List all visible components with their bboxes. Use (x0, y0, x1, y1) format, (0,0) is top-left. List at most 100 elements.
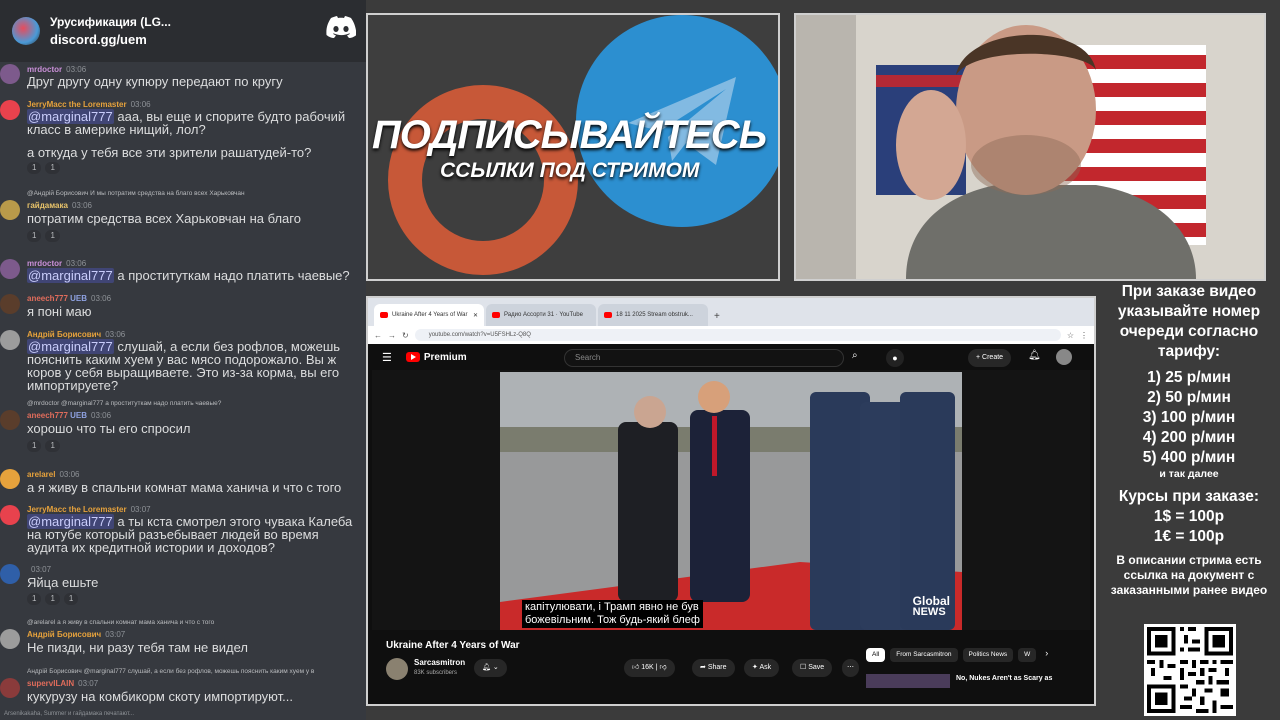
new-tab-button[interactable]: + (710, 311, 724, 326)
avatar[interactable] (0, 100, 20, 120)
video-player[interactable]: Global NEWS капітулювати, і Трамп явно не… (372, 370, 1090, 630)
reaction-chip[interactable]: 1 (27, 593, 42, 605)
global-news-watermark: Global NEWS (912, 594, 950, 618)
avatar[interactable] (0, 259, 20, 279)
server-invite-link[interactable]: discord.gg/uem (50, 32, 171, 47)
channel-name[interactable]: Sarcasmitron (414, 658, 465, 667)
reaction-chip[interactable]: 1 (63, 593, 79, 605)
reaction-chip[interactable]: 1 (45, 440, 60, 452)
reload-icon[interactable]: ↻ (402, 331, 409, 340)
search-icon[interactable]: ⌕ (852, 350, 858, 361)
youtube-play-icon (405, 352, 420, 362)
related-video-title[interactable]: No, Nukes Aren't as Scary as (956, 675, 1052, 682)
avatar[interactable] (0, 330, 20, 350)
avatar[interactable] (0, 629, 20, 649)
reaction-row: 1 1 (27, 162, 60, 174)
avatar[interactable] (0, 410, 20, 430)
ask-button[interactable]: ✦ Ask (744, 659, 780, 677)
reaction-chip[interactable]: 1 (45, 230, 60, 242)
user-mention[interactable]: @marginal777 (27, 268, 114, 283)
order-info-panel: При заказе видео указывайте номер очеред… (1100, 282, 1278, 720)
microphone-icon[interactable]: ● (886, 349, 904, 367)
typing-indicator: Arsenikakaha, Summer и гайдамака печатаю… (4, 711, 135, 717)
avatar[interactable] (0, 678, 20, 698)
youtube-header: ☰ Premium Search ⌕ ● + Create 🔔︎ (368, 344, 1094, 370)
video-scene (500, 372, 962, 630)
reply-preview[interactable]: @arelarel а я живу в спальни комнат мама… (27, 619, 214, 626)
message-text: потратим средства всех Харьковчан на бла… (27, 211, 301, 226)
tab-ukraine[interactable]: Ukraine After 4 Years of War ✕ (374, 304, 484, 326)
username[interactable]: aneech777 UEB 03:06 (27, 294, 111, 303)
tariff-item: 2) 50 р/мин (1147, 389, 1231, 406)
avatar[interactable] (0, 564, 20, 584)
server-name: Урусификация (LG... (50, 15, 171, 29)
save-button[interactable]: ☐ Save (792, 659, 833, 677)
tab-stream[interactable]: 18 11 2025 Stream obstruk... (598, 304, 708, 326)
username[interactable]: JerryMacc the Loremaster 03:06 (27, 100, 151, 109)
reply-preview[interactable]: @Андрій Борисович И мы потратим средства… (27, 190, 245, 197)
rate-usd: 1$ = 100р (1153, 508, 1225, 525)
create-button[interactable]: + Create (968, 349, 1012, 367)
chevron-right-icon[interactable]: › (1045, 648, 1048, 662)
more-actions-button[interactable]: ⋯ (842, 659, 859, 677)
browser-window: Ukraine After 4 Years of War ✕ Радио Ассо… (366, 296, 1096, 706)
avatar[interactable] (0, 294, 20, 314)
message-text: @marginal777 ааа, вы еще и спорите будто… (27, 109, 346, 137)
promo-title: ПОДПИСЫВАЙТЕСЬ (372, 113, 767, 157)
username[interactable]: гайдамака 03:06 (27, 201, 92, 210)
youtube-logo[interactable]: Premium (405, 352, 467, 363)
notifications-bell-icon[interactable]: 🔔︎ (1028, 350, 1041, 361)
related-chips: All From Sarcasmitron Politics News W › (866, 648, 1048, 662)
discord-logo-icon (326, 16, 356, 38)
back-icon[interactable]: ← (374, 331, 382, 340)
chip-more[interactable]: W (1018, 648, 1037, 662)
chip-from-channel[interactable]: From Sarcasmitron (890, 648, 958, 662)
username[interactable]: mrdoctor 03:06 (27, 259, 86, 268)
like-button[interactable]: 👍︎ 16K | 👎︎ (624, 659, 675, 677)
reaction-chip[interactable]: 1 (27, 230, 42, 242)
share-button[interactable]: ➦ Share (692, 659, 735, 677)
tab-radio[interactable]: Радио Ассорти 31 · YouTube (486, 304, 596, 326)
message-text: я поні маю (27, 304, 92, 319)
username[interactable]: supervILAIN 03:07 (27, 679, 98, 688)
reaction-chip[interactable]: 1 (45, 162, 60, 174)
username[interactable]: Андрій Борисович 03:06 (27, 330, 125, 339)
hamburger-menu-icon[interactable]: ☰ (382, 351, 392, 364)
rate-eur: 1€ = 100р (1153, 528, 1225, 545)
forward-icon[interactable]: → (388, 331, 396, 340)
avatar[interactable] (0, 200, 20, 220)
reaction-chip[interactable]: 1 (45, 593, 60, 605)
reply-preview[interactable]: Андрій Борисович @marginal777 слушай, а … (27, 668, 314, 675)
avatar[interactable] (0, 505, 20, 525)
reaction-chip[interactable]: 1 (27, 440, 42, 452)
chip-all[interactable]: All (866, 648, 886, 662)
stream-layout: Урусификация (LG... discord.gg/uem mrdoc… (0, 0, 1280, 720)
message-text: @marginal777 слушай, а если без рофлов, … (27, 339, 341, 393)
avatar[interactable] (0, 64, 20, 84)
url-field[interactable]: youtube.com/watch?v=U5FSHLz-Q8Q (414, 329, 1061, 341)
menu-dots-icon[interactable]: ⋮ (1080, 331, 1088, 340)
username[interactable]: 03:07 (27, 565, 51, 574)
video-frame[interactable]: Global NEWS (500, 372, 962, 630)
tariff-item: 1) 25 р/мин (1147, 369, 1231, 386)
username[interactable]: aneech777 UEB 03:06 (27, 411, 111, 420)
avatar[interactable] (0, 469, 20, 489)
tariff-item: 3) 100 р/мин (1142, 409, 1236, 426)
username[interactable]: Андрій Борисович 03:07 (27, 630, 125, 639)
chip-politics-news[interactable]: Politics News (962, 648, 1014, 662)
notification-bell-button[interactable]: 🔔︎ ⌄ (474, 659, 507, 677)
message-text: кукурузу на комбикорм скоту импортируют.… (27, 689, 293, 704)
username[interactable]: JerryMacc the Loremaster 03:07 (27, 505, 151, 514)
username[interactable]: mrdoctor 03:06 (27, 65, 86, 74)
reply-preview[interactable]: @mrdoctor @marginal777 а проституткам на… (27, 400, 221, 407)
account-avatar[interactable] (1056, 349, 1072, 365)
reaction-chip[interactable]: 1 (27, 162, 42, 174)
channel-avatar[interactable] (386, 658, 408, 680)
bookmark-star-icon[interactable]: ☆ (1067, 331, 1074, 340)
search-input[interactable]: Search (564, 349, 844, 367)
video-subtitles: капітулювати, і Трамп явно не був божевіл… (522, 600, 703, 628)
related-video-thumbnail[interactable] (866, 674, 950, 688)
username[interactable]: arelarel 03:06 (27, 470, 80, 479)
reaction-row: 1 1 1 (27, 593, 79, 605)
discord-chat-panel: Урусификация (LG... discord.gg/uem mrdoc… (0, 0, 366, 720)
